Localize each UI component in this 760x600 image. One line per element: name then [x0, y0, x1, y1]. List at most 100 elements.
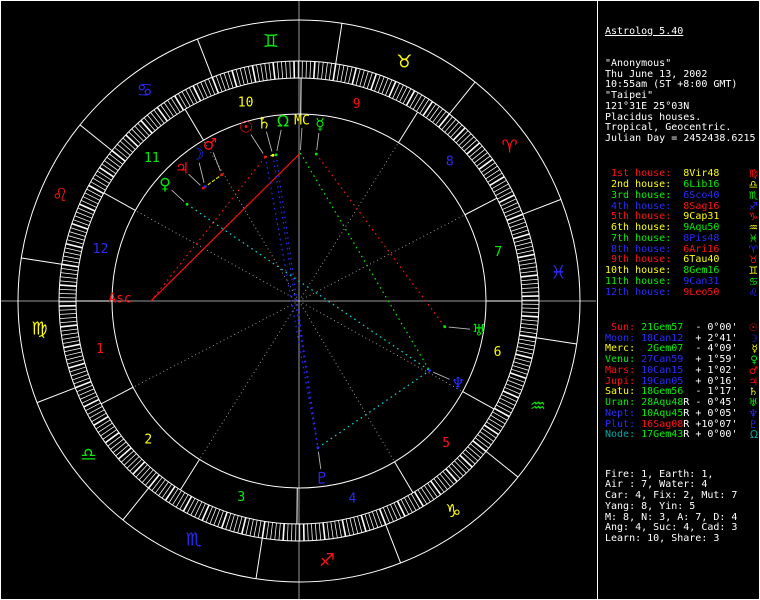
zodiac-sagittarius-icon: ♐: [319, 550, 335, 571]
degree-tick: [240, 517, 247, 535]
planet-icon: ☉: [748, 321, 758, 334]
house-label: 8th house:: [605, 243, 672, 255]
degree-tick: [65, 351, 82, 357]
aspect-line: [272, 155, 319, 448]
degree-tick: [60, 324, 78, 328]
degree-tick: [158, 481, 169, 496]
house-label: 5th house:: [605, 211, 672, 223]
degree-tick: [318, 523, 322, 541]
house-label: 1st house:: [605, 168, 672, 180]
house-cusp-value: 6Ari16: [671, 243, 720, 255]
degree-tick: [64, 347, 82, 353]
degree-tick: [521, 291, 539, 293]
planet-label: Uran:: [605, 397, 636, 408]
degree-tick: [489, 175, 505, 187]
planet-velocity: - 0°00': [689, 321, 738, 333]
degree-tick: [126, 456, 140, 469]
degree-tick: [167, 99, 178, 115]
degree-tick: [125, 134, 139, 148]
planet-position: 10Aqu45: [635, 407, 684, 419]
degree-tick: [519, 266, 537, 270]
degree-tick: [395, 84, 404, 101]
degree-tick: [175, 492, 186, 508]
degree-tick: [95, 419, 111, 430]
degree-tick: [282, 523, 286, 541]
degree-tick: [355, 68, 361, 86]
degree-tick: [451, 463, 464, 477]
degree-tick: [445, 468, 458, 483]
degree-tick: [131, 128, 144, 142]
degree-tick: [334, 521, 338, 538]
degree-tick: [476, 155, 491, 167]
degree-tick: [410, 493, 421, 509]
planet-label: Jupi:: [605, 375, 636, 387]
degree-tick: [161, 483, 173, 499]
degree-tick: [469, 145, 483, 158]
house-cusp-value: 6Sco40: [671, 189, 720, 201]
degree-tick: [404, 497, 413, 513]
degree-tick: [243, 67, 249, 84]
degree-tick: [336, 64, 341, 82]
degree-tick: [514, 357, 532, 363]
degree-tick: [349, 518, 355, 535]
house-cusp-inner-dotted: [298, 214, 466, 302]
degree-tick: [65, 242, 83, 249]
house-cusp: [462, 391, 495, 410]
degree-tick: [494, 407, 510, 418]
zodiac-gemini-icon: ♊: [263, 31, 279, 52]
degree-tick: [145, 472, 157, 486]
house-cusp-inner-dotted: [298, 142, 399, 302]
planet-position: 21Gem57: [635, 321, 684, 333]
degree-tick: [328, 63, 332, 81]
degree-tick: [461, 136, 475, 149]
degree-tick: [516, 249, 534, 255]
degree-tick: [485, 169, 501, 180]
house-number: 4: [348, 491, 356, 506]
planet-position: 18Can12: [635, 332, 684, 344]
planet-uranus-icon: ♅: [472, 321, 486, 340]
degree-tick: [173, 95, 185, 111]
degree-tick: [97, 422, 113, 433]
house-label: 3rd house:: [605, 189, 672, 201]
degree-tick: [435, 111, 447, 126]
degree-tick: [360, 514, 367, 532]
planet-sun-icon: ☉: [239, 118, 253, 137]
degree-tick: [325, 62, 328, 80]
degree-tick: [520, 323, 538, 326]
degree-tick: [278, 523, 281, 541]
planet-venus-icon: ♀: [159, 175, 171, 194]
degree-tick: [430, 480, 442, 496]
zodiac-aquarius-icon: ♒: [530, 396, 546, 417]
degree-tick: [309, 61, 312, 79]
sign-boundary: [448, 81, 476, 115]
degree-tick: [311, 523, 313, 541]
sign-boundary: [122, 487, 150, 521]
house-cusp: [464, 197, 498, 216]
house-cusp: [100, 386, 134, 405]
degree-tick: [59, 284, 77, 288]
degree-tick: [257, 520, 262, 538]
degree-tick: [516, 245, 533, 251]
degree-tick: [128, 131, 142, 145]
degree-tick: [357, 516, 363, 533]
degree-tick: [229, 514, 235, 531]
degree-tick: [441, 116, 453, 130]
degree-tick: [305, 61, 307, 79]
house-row: 12th house: 9Leo50 ♌: [605, 287, 760, 299]
house-cusp: [179, 459, 200, 491]
degree-tick: [399, 86, 408, 103]
degree-tick: [237, 516, 243, 534]
planet-jupiter-icon: ♃: [175, 159, 189, 178]
house-cusp: [394, 461, 414, 493]
sign-boundary: [21, 257, 62, 265]
degree-tick: [490, 414, 506, 425]
degree-tick: [515, 353, 533, 360]
degree-tick: [114, 147, 128, 159]
planet-pointer-line: [317, 451, 322, 470]
degree-tick: [88, 184, 104, 195]
zodiac-cancer-icon: ♋: [137, 80, 153, 101]
degree-tick: [245, 518, 250, 536]
degree-tick: [154, 479, 166, 494]
degree-tick: [420, 487, 431, 503]
planet-position: 19Can05: [635, 375, 684, 387]
